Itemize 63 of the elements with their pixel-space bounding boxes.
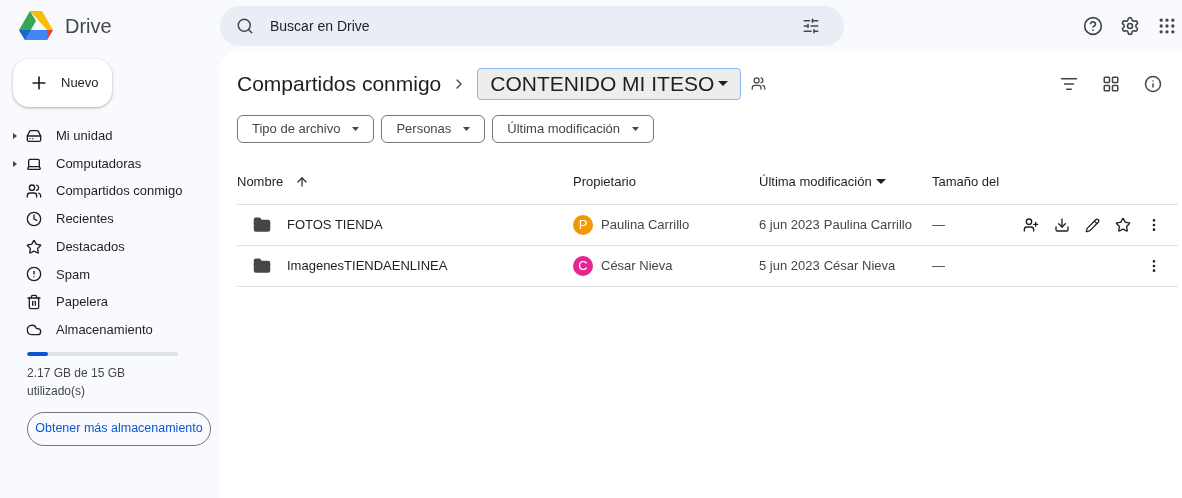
search-field[interactable]: Buscar en Drive <box>220 6 844 46</box>
new-button[interactable]: Nuevo <box>13 59 112 107</box>
search-input[interactable]: Buscar en Drive <box>270 15 786 37</box>
sidebar-item[interactable]: Spam <box>13 260 220 289</box>
modified-date: 5 jun 2023 <box>759 257 820 276</box>
sort-caret-icon[interactable] <box>875 179 886 184</box>
owner-name: César Nieva <box>601 257 673 276</box>
file-size: — <box>932 216 946 235</box>
star-icon <box>26 238 42 255</box>
caret-icon <box>718 81 729 86</box>
drive-icon <box>26 127 42 144</box>
file-name: ImagenesTIENDAENLINEA <box>287 257 448 276</box>
app-name: Drive <box>65 14 112 39</box>
sort-arrow-icon[interactable] <box>295 174 310 189</box>
file-row[interactable]: FOTOS TIENDA P Paulina Carrillo 6 jun 2023 Paulina Carrillo — <box>237 205 1178 246</box>
sidebar-item[interactable]: Mi unidad <box>13 122 220 150</box>
owner-avatar: C <box>573 256 593 276</box>
rename-icon[interactable] <box>1085 217 1100 233</box>
people-icon[interactable] <box>751 76 767 91</box>
download-icon[interactable] <box>1054 217 1070 233</box>
filter-chip[interactable]: Tipo de archivo <box>237 115 375 143</box>
people-icon <box>26 183 42 200</box>
settings-icon[interactable] <box>1120 16 1140 36</box>
apps-icon[interactable] <box>1157 16 1177 36</box>
grid-view-icon[interactable] <box>1102 74 1120 93</box>
owner-avatar: P <box>573 215 593 235</box>
star-icon[interactable] <box>1115 217 1131 233</box>
trash-icon <box>26 293 42 310</box>
column-header[interactable]: Última modificación <box>759 171 872 192</box>
storage-usage-text: 2.17 GB de 15 GB utilizado(s) <box>27 364 127 400</box>
search-options-icon[interactable] <box>802 17 820 35</box>
file-name: FOTOS TIENDA <box>287 216 383 235</box>
column-header[interactable]: Tamaño del <box>932 171 1000 192</box>
sidebar-item[interactable]: Destacados <box>13 232 220 261</box>
search-icon <box>236 17 254 35</box>
modified-by: Paulina Carrillo <box>823 216 912 235</box>
file-size: — <box>932 257 946 276</box>
caret-icon <box>632 127 640 131</box>
sidebar-item[interactable]: Compartidos conmigo <box>13 177 220 206</box>
expand-arrow-icon[interactable] <box>13 132 17 139</box>
sidebar-item[interactable]: Computadoras <box>13 149 220 178</box>
alert-icon <box>26 266 42 283</box>
folder-title-button[interactable]: CONTENIDO MI ITESO <box>477 67 742 100</box>
caret-icon <box>352 127 360 131</box>
filter-chip[interactable]: Última modificación <box>492 115 655 143</box>
column-header[interactable]: Nombre <box>237 171 284 192</box>
expand-arrow-icon[interactable] <box>13 160 17 167</box>
caret-icon <box>463 127 471 131</box>
breadcrumb-link[interactable]: Compartidos conmigo <box>237 67 442 100</box>
share-icon[interactable] <box>1023 217 1039 233</box>
sidebar-item[interactable]: Almacenamiento <box>13 315 220 344</box>
filter-chip[interactable]: Personas <box>381 115 486 143</box>
modified-date: 6 jun 2023 <box>759 216 820 235</box>
help-icon[interactable] <box>1083 16 1103 36</box>
owner-name: Paulina Carrillo <box>601 216 690 235</box>
column-header[interactable]: Propietario <box>573 171 636 192</box>
sidebar-item[interactable]: Recientes <box>13 205 220 233</box>
clock-icon <box>26 210 42 227</box>
info-icon[interactable] <box>1144 74 1162 93</box>
file-row[interactable]: ImagenesTIENDAENLINEA C César Nieva 5 jun 2023 César Nieva — <box>237 246 1178 287</box>
modified-by: César Nieva <box>823 257 896 276</box>
drive-logo <box>19 11 53 41</box>
sidebar-item[interactable]: Papelera <box>13 288 220 316</box>
